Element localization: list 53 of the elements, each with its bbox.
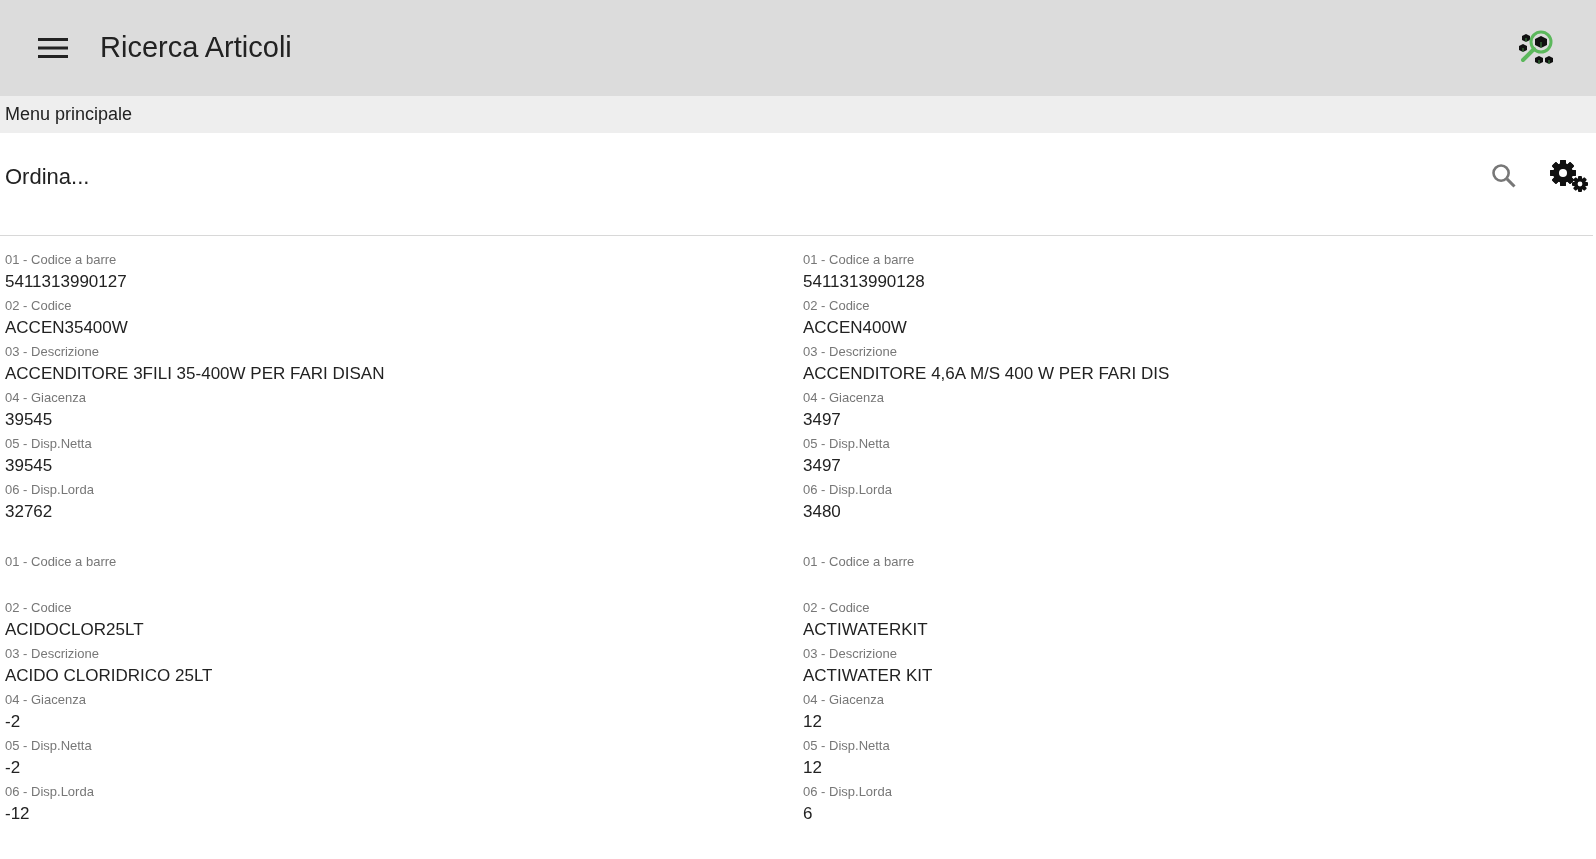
field-label: 02 - Codice <box>5 599 73 617</box>
menu-icon <box>38 38 68 58</box>
field-label: 01 - Codice a barre <box>803 553 916 571</box>
field-value: 3497 <box>803 409 842 431</box>
field-label: 04 - Giacenza <box>803 691 885 709</box>
field-label: 06 - Disp.Lorda <box>803 481 893 499</box>
sort-field[interactable]: Ordina... <box>5 159 1490 193</box>
field-value: ACIDO CLORIDRICO 25LT <box>5 665 214 687</box>
field-label: 01 - Codice a barre <box>803 251 916 269</box>
field-label: 03 - Descrizione <box>803 645 898 663</box>
field-label: 04 - Giacenza <box>803 389 885 407</box>
field-value: 3497 <box>803 455 842 477</box>
field-value: ACTIWATERKIT <box>803 619 929 641</box>
settings-icon[interactable] <box>1548 158 1588 194</box>
field-value: -2 <box>5 711 22 733</box>
field-label: 06 - Disp.Lorda <box>5 783 95 801</box>
field-value: ACCENDITORE 4,6A M/S 400 W PER FARI DIS <box>803 363 1171 385</box>
field-value: -12 <box>5 803 31 825</box>
breadcrumb[interactable]: Menu principale <box>5 101 133 128</box>
field-value: 39545 <box>5 455 54 477</box>
field-label: 04 - Giacenza <box>5 389 87 407</box>
field-label: 02 - Codice <box>803 297 871 315</box>
field-label: 02 - Codice <box>5 297 73 315</box>
field-label: 01 - Codice a barre <box>5 553 118 571</box>
field-label: 05 - Disp.Netta <box>803 737 891 755</box>
field-value: 32762 <box>5 501 54 523</box>
field-label: 05 - Disp.Netta <box>5 435 93 453</box>
field-label: 06 - Disp.Lorda <box>803 783 893 801</box>
field-value: 5411313990128 <box>803 271 926 293</box>
field-label: 05 - Disp.Netta <box>803 435 891 453</box>
field-value: 6 <box>803 803 814 825</box>
field-value: 12 <box>803 757 823 779</box>
field-label: 03 - Descrizione <box>5 343 100 361</box>
field-label: 05 - Disp.Netta <box>5 737 93 755</box>
field-value: 39545 <box>5 409 54 431</box>
field-value: 12 <box>803 711 823 733</box>
field-label: 01 - Codice a barre <box>5 251 118 269</box>
field-value: 5411313990127 <box>5 271 128 293</box>
field-value: ACCENDITORE 3FILI 35-400W PER FARI DISAN <box>5 363 386 385</box>
field-label: 03 - Descrizione <box>5 645 100 663</box>
field-value: 3480 <box>803 501 842 523</box>
field-label: 03 - Descrizione <box>803 343 898 361</box>
field-value: ACIDOCLOR25LT <box>5 619 145 641</box>
field-value: ACCEN35400W <box>5 317 129 339</box>
field-label: 02 - Codice <box>803 599 871 617</box>
field-label: 06 - Disp.Lorda <box>5 481 95 499</box>
app-title: Ricerca Articoli <box>100 30 292 66</box>
search-icon[interactable] <box>1490 162 1518 190</box>
field-value: ACTIWATER KIT <box>803 665 934 687</box>
field-label: 04 - Giacenza <box>5 691 87 709</box>
menu-button[interactable] <box>38 36 68 60</box>
field-value: ACCEN400W <box>803 317 908 339</box>
field-value: -2 <box>5 757 22 779</box>
